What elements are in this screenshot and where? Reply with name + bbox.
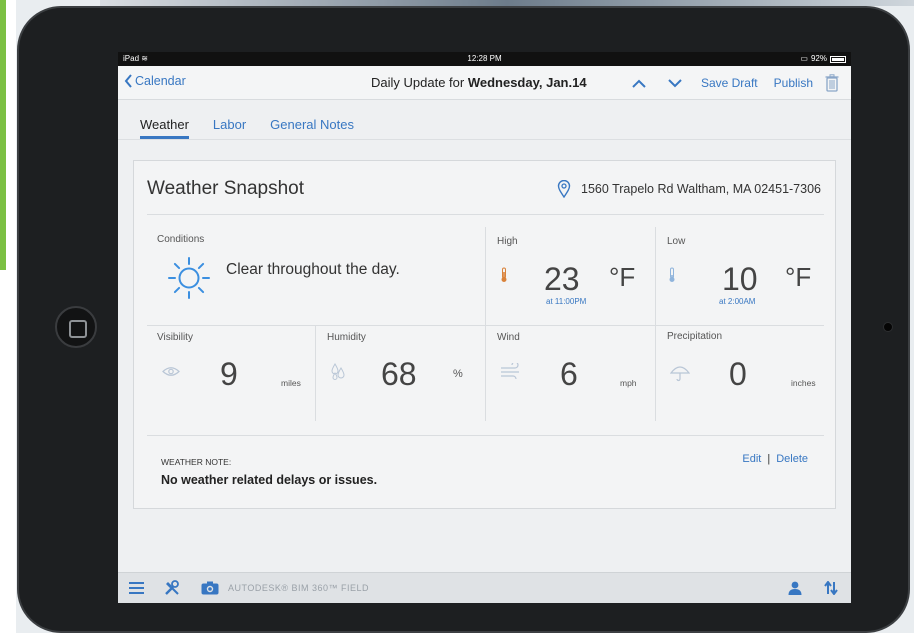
location-pin-icon xyxy=(557,180,571,198)
sync-arrows-icon[interactable] xyxy=(824,581,838,595)
low-time: at 2:00AM xyxy=(719,297,756,306)
chevron-down-icon xyxy=(668,78,682,87)
note-actions: Edit | Delete xyxy=(742,453,808,465)
publish-button[interactable]: Publish xyxy=(766,76,821,90)
brand-logo: AUTODESK® BIM 360™ FIELD xyxy=(228,583,370,593)
precipitation-value: 0 xyxy=(729,356,747,392)
visibility-label: Visibility xyxy=(157,332,193,343)
screen-mirror-icon: ▭ xyxy=(800,54,808,63)
tab-divider xyxy=(118,139,851,140)
page-title: Daily Update for Wednesday, Jan.14 xyxy=(371,75,587,90)
menu-icon[interactable] xyxy=(129,582,144,594)
grid-divider-v2 xyxy=(655,227,656,325)
weather-note-label: WEATHER NOTE: xyxy=(161,457,232,467)
humidity-value: 68 xyxy=(381,356,417,392)
umbrella-icon xyxy=(670,366,690,382)
back-label: Calendar xyxy=(135,74,186,88)
delete-button[interactable] xyxy=(821,72,843,94)
address-text: 1560 Trapelo Rd Waltham, MA 02451-7306 xyxy=(581,182,821,196)
wind-icon xyxy=(501,363,519,379)
tab-general-notes[interactable]: General Notes xyxy=(270,112,354,139)
ipad-frame: iPad ≋ 12:28 PM ▭ 92% Calendar Daily Upd… xyxy=(17,6,910,633)
high-time: at 11:00PM xyxy=(546,297,587,306)
humidity-label: Humidity xyxy=(327,332,366,343)
tab-labor[interactable]: Labor xyxy=(213,112,246,139)
edit-note-link[interactable]: Edit xyxy=(742,453,761,465)
conditions-text: Clear throughout the day. xyxy=(226,261,400,278)
camera-icon[interactable] xyxy=(201,581,219,595)
trash-icon xyxy=(825,74,839,92)
precipitation-label: Precipitation xyxy=(667,331,723,342)
title-date: Wednesday, Jan.14 xyxy=(467,75,587,90)
back-button[interactable]: Calendar xyxy=(124,74,186,88)
nav-actions: Save Draft Publish xyxy=(621,72,843,94)
user-icon[interactable] xyxy=(788,581,802,595)
thermometer-low-icon xyxy=(669,267,675,282)
battery-percent: 92% xyxy=(810,54,827,63)
high-value: 23 xyxy=(544,261,580,297)
note-divider xyxy=(147,435,824,436)
grid-divider-v3 xyxy=(315,325,316,421)
visibility-value: 9 xyxy=(220,356,238,392)
low-unit: °F xyxy=(785,262,812,292)
previous-day-button[interactable] xyxy=(621,72,657,94)
chevron-left-icon xyxy=(124,74,132,88)
card-title: Weather Snapshot xyxy=(147,178,305,199)
title-divider xyxy=(147,214,824,215)
wind-unit: mph xyxy=(620,378,637,388)
weather-snapshot-card: Weather Snapshot 1560 Trapelo Rd Waltham… xyxy=(133,160,836,509)
status-time: 12:28 PM xyxy=(467,54,502,63)
low-label: Low xyxy=(667,236,686,247)
battery-icon xyxy=(830,55,846,63)
front-camera xyxy=(883,322,893,332)
wind-label: Wind xyxy=(497,332,520,343)
tools-icon[interactable] xyxy=(164,580,180,596)
status-right: ▭ 92% xyxy=(800,52,846,66)
delete-note-link[interactable]: Delete xyxy=(776,453,808,465)
conditions-label: Conditions xyxy=(157,234,205,245)
high-label: High xyxy=(497,236,518,247)
grid-divider-v1 xyxy=(485,227,486,325)
tab-bar: Weather Labor General Notes xyxy=(140,112,378,139)
weather-note-text: No weather related delays or issues. xyxy=(161,473,378,487)
home-button[interactable] xyxy=(55,306,97,348)
title-prefix: Daily Update for xyxy=(371,75,468,90)
precipitation-unit: inches xyxy=(791,378,816,388)
site-address[interactable]: 1560 Trapelo Rd Waltham, MA 02451-7306 xyxy=(557,180,821,198)
high-unit: °F xyxy=(609,262,636,292)
note-action-separator: | xyxy=(767,453,771,465)
bottom-toolbar: AUTODESK® BIM 360™ FIELD xyxy=(118,572,851,603)
grid-divider-v4 xyxy=(485,325,486,421)
thermometer-high-icon xyxy=(501,267,507,282)
visibility-unit: miles xyxy=(281,378,301,388)
grid-divider-v5 xyxy=(655,325,656,421)
app-screen: iPad ≋ 12:28 PM ▭ 92% Calendar Daily Upd… xyxy=(118,52,851,603)
humidity-unit: % xyxy=(453,368,463,380)
status-bar: iPad ≋ 12:28 PM ▭ 92% xyxy=(118,52,851,66)
sun-icon xyxy=(168,257,210,299)
tab-weather[interactable]: Weather xyxy=(140,112,189,139)
nav-bar: Calendar Daily Update for Wednesday, Jan… xyxy=(118,66,851,100)
chevron-up-icon xyxy=(632,79,646,88)
wind-value: 6 xyxy=(560,356,578,392)
save-draft-button[interactable]: Save Draft xyxy=(693,76,766,90)
desktop-green-strip xyxy=(0,0,6,270)
next-day-button[interactable] xyxy=(657,72,693,94)
eye-icon xyxy=(162,367,180,376)
low-value: 10 xyxy=(722,261,758,297)
humidity-drops-icon xyxy=(331,363,345,380)
